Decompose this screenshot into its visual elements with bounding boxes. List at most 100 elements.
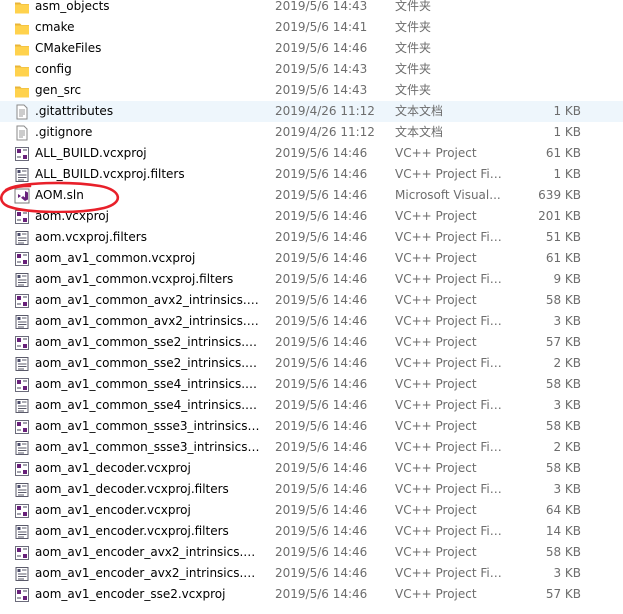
file-name: aom_av1_common_avx2_intrinsics.vcx...: [35, 293, 260, 307]
text-file-icon: [14, 125, 30, 141]
file-size: 58 KB: [545, 377, 581, 391]
file-date-modified: 2019/5/6 14:46: [275, 377, 368, 391]
file-name: ALL_BUILD.vcxproj.filters: [35, 167, 185, 181]
file-name: aom_av1_common_sse4_intrinsics.vcx...: [35, 377, 260, 391]
file-type: VC++ Project: [395, 335, 477, 349]
file-date-modified: 2019/5/6 14:46: [275, 398, 368, 412]
vcxproj-icon: [14, 209, 30, 225]
file-name: aom_av1_encoder_sse2.vcxproj: [35, 587, 226, 601]
vcxproj-icon: [14, 419, 30, 435]
file-size: 1 KB: [553, 104, 581, 118]
file-date-modified: 2019/5/6 14:46: [275, 440, 368, 454]
file-type: VC++ Project: [395, 293, 477, 307]
file-type: 文件夹: [395, 0, 432, 13]
file-row[interactable]: aom_av1_encoder.vcxproj 2019/5/6 14:46 VC+…: [0, 500, 623, 521]
file-row[interactable]: aom_av1_common_sse4_intrinsics.vcx... 201…: [0, 395, 623, 416]
file-date-modified: 2019/5/6 14:46: [275, 167, 368, 181]
vcxproj-filters-icon: [14, 272, 30, 288]
file-row[interactable]: aom_av1_common_avx2_intrinsics.vcx... 201…: [0, 311, 623, 332]
file-size: 639 KB: [538, 188, 581, 202]
vcxproj-filters-icon: [14, 230, 30, 246]
file-date-modified: 2019/5/6 14:46: [275, 587, 368, 601]
file-row[interactable]: ALL_BUILD.vcxproj 2019/5/6 14:46 VC++ Proj…: [0, 143, 623, 164]
file-row[interactable]: aom_av1_common.vcxproj 2019/5/6 14:46 VC++…: [0, 248, 623, 269]
vcxproj-icon: [14, 503, 30, 519]
vcxproj-icon: [14, 587, 30, 603]
file-type: VC++ Project Fil...: [395, 524, 503, 538]
vcxproj-filters-icon: [14, 482, 30, 498]
file-row[interactable]: .gitattributes 2019/4/26 11:12 文本文档 1 KB: [0, 101, 623, 122]
file-row[interactable]: aom.vcxproj.filters 2019/5/6 14:46 VC++ Pr…: [0, 227, 623, 248]
file-type: 文件夹: [395, 83, 432, 97]
folder-icon: [14, 20, 30, 36]
file-row[interactable]: aom_av1_encoder_avx2_intrinsics.vcx... 20…: [0, 563, 623, 584]
file-size: 57 KB: [545, 587, 581, 601]
file-type: VC++ Project: [395, 209, 477, 223]
file-type: VC++ Project Fil...: [395, 482, 503, 496]
file-name: asm_objects: [35, 0, 110, 13]
file-type: VC++ Project Fil...: [395, 440, 503, 454]
file-size: 58 KB: [545, 293, 581, 307]
file-row[interactable]: aom.vcxproj 2019/5/6 14:46 VC++ Project 201…: [0, 206, 623, 227]
file-type: VC++ Project Fil...: [395, 230, 503, 244]
file-type: VC++ Project Fil...: [395, 167, 503, 181]
folder-icon: [14, 83, 30, 99]
file-size: 3 KB: [553, 314, 581, 328]
file-name: aom_av1_common_ssse3_intrinsics.vc...: [35, 419, 260, 433]
text-file-icon: [14, 104, 30, 120]
file-type: 文件夹: [395, 62, 432, 76]
file-row[interactable]: aom_av1_encoder.vcxproj.filters 2019/5/6 …: [0, 521, 623, 542]
file-size: 3 KB: [553, 482, 581, 496]
file-row[interactable]: aom_av1_encoder_avx2_intrinsics.vcx... 20…: [0, 542, 623, 563]
vcxproj-icon: [14, 545, 30, 561]
file-type: VC++ Project Fil...: [395, 314, 503, 328]
file-date-modified: 2019/4/26 11:12: [275, 104, 375, 118]
file-row[interactable]: aom_av1_encoder_sse2.vcxproj 2019/5/6 14:…: [0, 584, 623, 605]
file-size: 64 KB: [545, 503, 581, 517]
file-date-modified: 2019/5/6 14:43: [275, 62, 368, 76]
file-name: AOM.sln: [35, 188, 84, 202]
file-row[interactable]: ALL_BUILD.vcxproj.filters 2019/5/6 14:46 V…: [0, 164, 623, 185]
file-date-modified: 2019/5/6 14:46: [275, 146, 368, 160]
file-name: CMakeFiles: [35, 41, 102, 55]
file-row[interactable]: .gitignore 2019/4/26 11:12 文本文档 1 KB: [0, 122, 623, 143]
file-type: 文件夹: [395, 20, 432, 34]
file-date-modified: 2019/5/6 14:46: [275, 293, 368, 307]
file-row[interactable]: CMakeFiles 2019/5/6 14:46 文件夹: [0, 38, 623, 59]
file-name: aom.vcxproj.filters: [35, 230, 147, 244]
file-row[interactable]: aom_av1_common_ssse3_intrinsics.vc... 201…: [0, 416, 623, 437]
file-row[interactable]: cmake 2019/5/6 14:41 文件夹: [0, 17, 623, 38]
file-name: aom_av1_common_ssse3_intrinsics.vc...: [35, 440, 260, 454]
file-row[interactable]: gen_src 2019/5/6 14:43 文件夹: [0, 80, 623, 101]
file-type: 文本文档: [395, 104, 444, 118]
file-size: 201 KB: [538, 209, 581, 223]
file-date-modified: 2019/5/6 14:43: [275, 83, 368, 97]
file-row[interactable]: aom_av1_common_ssse3_intrinsics.vc... 201…: [0, 437, 623, 458]
file-row[interactable]: aom_av1_decoder.vcxproj 2019/5/6 14:46 VC+…: [0, 458, 623, 479]
file-name: ALL_BUILD.vcxproj: [35, 146, 147, 160]
file-date-modified: 2019/5/6 14:46: [275, 41, 368, 55]
file-size: 51 KB: [545, 230, 581, 244]
file-name: aom_av1_common_avx2_intrinsics.vcx...: [35, 314, 260, 328]
file-row[interactable]: asm_objects 2019/5/6 14:43 文件夹: [0, 0, 623, 17]
file-name: aom_av1_common.vcxproj: [35, 251, 196, 265]
file-type: VC++ Project: [395, 545, 477, 559]
file-date-modified: 2019/5/6 14:46: [275, 503, 368, 517]
vcxproj-filters-icon: [14, 356, 30, 372]
file-row[interactable]: aom_av1_decoder.vcxproj.filters 2019/5/6 …: [0, 479, 623, 500]
file-name: config: [35, 62, 72, 76]
file-row[interactable]: AOM.sln 2019/5/6 14:46 Microsoft Visual...…: [0, 185, 623, 206]
file-row[interactable]: config 2019/5/6 14:43 文件夹: [0, 59, 623, 80]
file-row[interactable]: aom_av1_common_sse2_intrinsics.vcx... 201…: [0, 353, 623, 374]
file-size: 14 KB: [545, 524, 581, 538]
folder-icon: [14, 62, 30, 78]
file-type: VC++ Project: [395, 461, 477, 475]
file-type: VC++ Project: [395, 377, 477, 391]
file-row[interactable]: aom_av1_common_avx2_intrinsics.vcx... 201…: [0, 290, 623, 311]
file-row[interactable]: aom_av1_common.vcxproj.filters 2019/5/6 1…: [0, 269, 623, 290]
file-name: aom.vcxproj: [35, 209, 109, 223]
file-type: VC++ Project Fil...: [395, 398, 503, 412]
file-row[interactable]: aom_av1_common_sse4_intrinsics.vcx... 201…: [0, 374, 623, 395]
file-type: VC++ Project Fil...: [395, 272, 503, 286]
file-row[interactable]: aom_av1_common_sse2_intrinsics.vcx... 201…: [0, 332, 623, 353]
